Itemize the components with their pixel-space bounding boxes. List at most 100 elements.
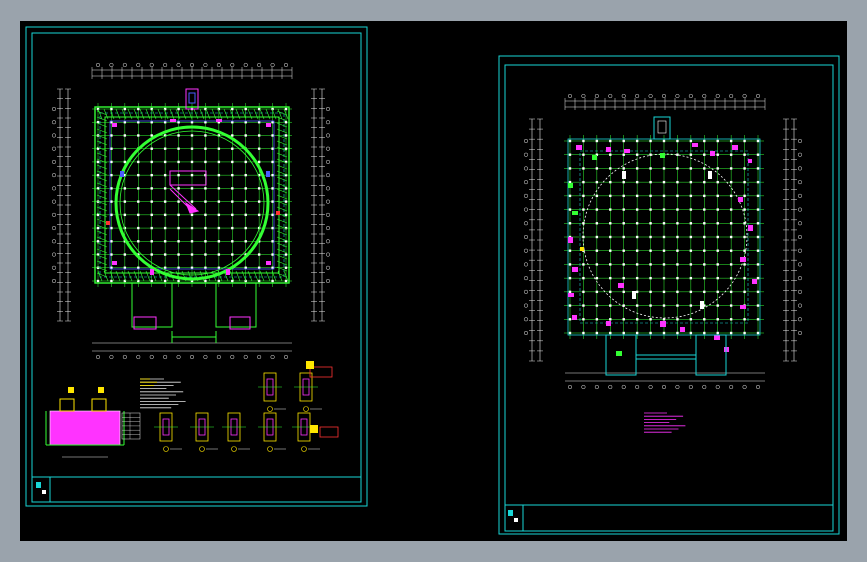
column-dot: [756, 139, 760, 143]
column-dot: [595, 208, 599, 211]
axis-bubble: [51, 186, 57, 191]
axis-bubble: [523, 221, 529, 226]
column-dot: [635, 249, 639, 252]
column-dot: [609, 222, 612, 225]
column-dot: [743, 222, 746, 225]
column-mark: [568, 183, 573, 188]
axis-bubble: [325, 265, 331, 270]
column-dot: [231, 240, 234, 243]
column-mark: [226, 269, 230, 275]
column-dot: [568, 167, 572, 170]
column-dot: [676, 167, 679, 170]
column-dot: [96, 173, 100, 177]
column-dot: [676, 249, 679, 252]
column-dot: [689, 304, 693, 307]
axis-bubble: [51, 278, 57, 284]
column-dot: [150, 279, 153, 283]
axis-bubble: [325, 199, 331, 204]
column-dot: [716, 222, 719, 225]
column-dot: [582, 290, 585, 294]
column-dot: [271, 253, 274, 256]
column-dot: [582, 153, 585, 156]
column-mark: [738, 197, 743, 202]
column-dot: [635, 290, 639, 294]
axis-bubble: [109, 62, 114, 68]
column-dot: [568, 331, 572, 335]
column-dot: [150, 200, 153, 203]
axis-bubble: [567, 384, 573, 390]
column-dot: [622, 222, 625, 225]
column-dot: [110, 226, 113, 230]
column-dot: [110, 240, 113, 243]
column-dot: [244, 200, 247, 203]
column-dot: [743, 318, 746, 321]
right-sheet[interactable]: [498, 55, 840, 535]
left-sheet[interactable]: [25, 26, 368, 507]
column-dot: [676, 180, 679, 184]
column-dot: [582, 331, 585, 335]
notes-icon: [140, 378, 186, 409]
column-dot: [190, 253, 194, 256]
detail-fill: [306, 361, 314, 369]
column-dot: [662, 208, 666, 211]
axis-bubble: [243, 62, 248, 68]
axis-bubble: [675, 93, 680, 99]
axis-bubble: [216, 354, 221, 360]
column-dot: [204, 213, 207, 217]
column-mark: [572, 267, 578, 272]
column-dot: [231, 213, 234, 217]
column-dot: [96, 226, 100, 230]
column-dot: [257, 134, 261, 137]
axis-bubble: [216, 62, 221, 68]
column-dot: [568, 180, 572, 184]
column-dot: [284, 107, 288, 111]
column-dot: [622, 167, 625, 170]
column-dot: [703, 263, 706, 266]
column-dot: [649, 139, 652, 143]
column-dot: [676, 290, 679, 294]
axis-bubble: [621, 93, 626, 99]
column-dot: [582, 304, 585, 307]
column-dot: [163, 213, 167, 217]
cad-model-space[interactable]: [20, 21, 847, 541]
column-dot: [662, 139, 666, 143]
column-mark: [576, 145, 582, 150]
column-dot: [662, 276, 666, 280]
column-mark: [660, 153, 665, 158]
axis-bubble: [523, 317, 529, 322]
axis-bubble: [325, 133, 331, 138]
column-dot: [177, 240, 180, 243]
column-dot: [635, 139, 639, 143]
column-dot: [756, 331, 760, 335]
column-dot: [689, 153, 693, 156]
column-dot: [622, 153, 625, 156]
column-mark: [632, 291, 636, 299]
column-mark: [710, 151, 715, 156]
axis-bubble: [325, 186, 331, 191]
column-mark: [714, 335, 720, 340]
column-dot: [743, 276, 746, 280]
axis-bubble: [51, 120, 57, 125]
column-dot: [609, 290, 612, 294]
column-dot: [137, 213, 140, 217]
column-dot: [217, 173, 221, 177]
column-dot: [703, 194, 706, 198]
axis-bubble: [523, 207, 529, 212]
column-dot: [635, 180, 639, 184]
column-dot: [635, 331, 639, 335]
column-dot: [756, 290, 760, 294]
cad-drawing: [25, 26, 840, 535]
column-dot: [568, 153, 572, 156]
column-dot: [231, 200, 234, 203]
column-dot: [123, 160, 127, 164]
column-dot: [649, 331, 652, 335]
column-mark: [266, 123, 271, 127]
axis-bubble: [523, 262, 529, 267]
column-dot: [96, 240, 100, 243]
column-dot: [609, 331, 612, 335]
column-dot: [743, 331, 746, 335]
column-dot: [110, 173, 113, 177]
axis-bubble: [51, 226, 57, 231]
column-dot: [716, 249, 719, 252]
column-dot: [231, 173, 234, 177]
